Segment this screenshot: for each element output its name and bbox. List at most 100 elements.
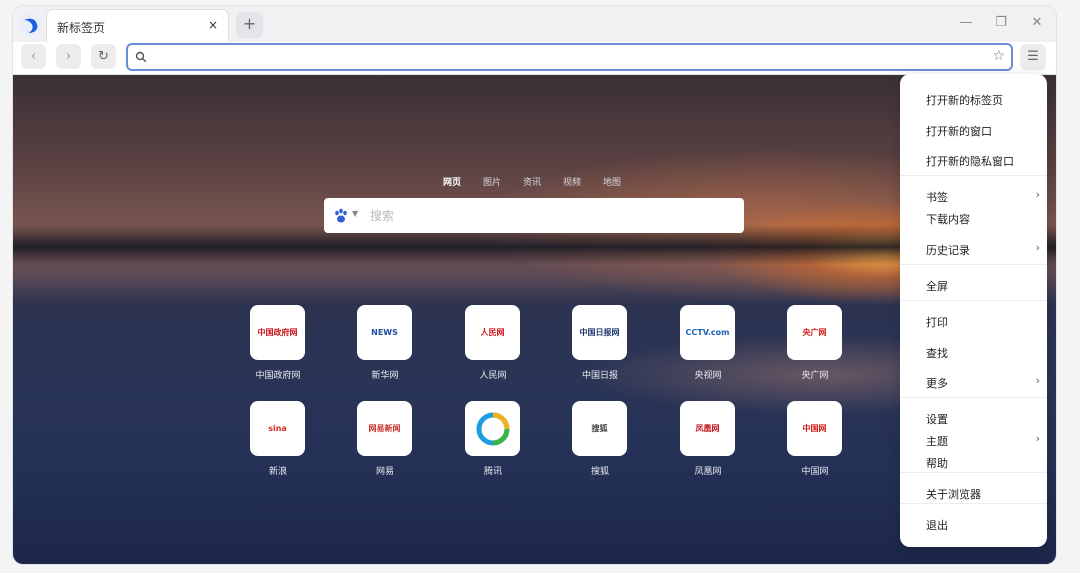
menu-item-label: 主题 <box>926 435 948 448</box>
reload-button[interactable]: ↻ <box>91 44 116 69</box>
toolbar: ‹ › ↻ ☆ ☰ <box>13 42 1056 75</box>
speed-dial-tile[interactable]: 搜狐 搜狐 <box>560 401 640 489</box>
menu-separator <box>900 175 1047 176</box>
address-bar[interactable]: ☆ <box>126 43 1013 71</box>
speed-dial-tile[interactable]: CCTV.com 央视网 <box>668 305 748 393</box>
speed-dial-tile[interactable]: NEWS 新华网 <box>345 305 425 393</box>
forward-button[interactable]: › <box>56 44 81 69</box>
site-logo-icon[interactable]: 网易新闻 <box>357 401 412 456</box>
tencent-news-icon <box>476 412 509 445</box>
site-logo-icon[interactable]: 搜狐 <box>572 401 627 456</box>
tile-label: 央广网 <box>801 371 829 381</box>
site-logo-text: 搜狐 <box>591 424 608 433</box>
engine-dropdown-icon[interactable]: ▼ <box>352 209 358 218</box>
menu-item[interactable]: 查找 <box>900 341 1047 363</box>
close-window-icon[interactable]: ✕ <box>1029 15 1045 31</box>
speed-dial-tile[interactable]: 人民网 人民网 <box>453 305 533 393</box>
search-tab-video[interactable]: 视频 <box>563 175 581 188</box>
back-button[interactable]: ‹ <box>21 44 46 69</box>
menu-item[interactable]: 打开新的标签页 <box>900 88 1047 110</box>
new-tab-button[interactable]: + <box>236 12 263 38</box>
menu-item[interactable]: 历史记录 › <box>900 238 1047 260</box>
address-input[interactable] <box>154 48 974 66</box>
tile-label: 网易 <box>375 467 394 477</box>
speed-dial-tile[interactable]: 中国日报网 中国日报 <box>560 305 640 393</box>
tab-close-icon[interactable]: × <box>206 18 220 32</box>
menu-item[interactable]: 打开新的隐私窗口 <box>900 149 1047 171</box>
search-input[interactable] <box>370 207 730 225</box>
speed-dial-tile[interactable]: sina 新浪 <box>238 401 318 489</box>
speed-dial-tile[interactable]: 中国网 中国网 <box>775 401 855 489</box>
site-logo-icon[interactable]: 人民网 <box>465 305 520 360</box>
search-tab-news[interactable]: 资讯 <box>523 175 541 188</box>
search-tab-map[interactable]: 地图 <box>603 175 621 188</box>
menu-item-label: 查找 <box>926 347 948 360</box>
tab-title: 新标签页 <box>57 21 106 35</box>
speed-dial-tile[interactable]: 中国政府网 中国政府网 <box>238 305 318 393</box>
menu-item[interactable]: 书签 › <box>900 185 1047 207</box>
browser-window: 新标签页 × + — ❐ ✕ ‹ › ↻ ☆ ☰ 网页 图片 资讯 视频 地图 … <box>13 6 1056 564</box>
chevron-right-icon: › <box>1035 241 1040 254</box>
site-logo-icon[interactable]: 中国政府网 <box>250 305 305 360</box>
site-logo-text: CCTV.com <box>685 328 730 337</box>
main-menu-button[interactable]: ☰ <box>1020 44 1046 70</box>
tile-label: 中国日报 <box>581 371 618 381</box>
menu-item[interactable]: 帮助 <box>900 451 1047 473</box>
menu-item-label: 下载内容 <box>926 213 970 226</box>
browser-logo-icon <box>18 13 42 37</box>
tile-label: 腾讯 <box>483 467 502 477</box>
site-logo-text: 网易新闻 <box>368 424 401 433</box>
menu-item[interactable]: 打印 <box>900 310 1047 332</box>
site-logo-text: 中国网 <box>802 424 827 433</box>
speed-dial-tile[interactable]: 凤凰网 凤凰网 <box>668 401 748 489</box>
menu-item[interactable]: 打开新的窗口 <box>900 119 1047 141</box>
menu-separator <box>900 472 1047 473</box>
site-logo-icon[interactable]: 中国网 <box>787 401 842 456</box>
site-logo-icon[interactable]: sina <box>250 401 305 456</box>
tile-label: 中国政府网 <box>255 371 301 381</box>
site-logo-text: 央广网 <box>802 328 827 337</box>
tile-label: 新浪 <box>268 467 287 477</box>
menu-item-label: 书签 <box>926 191 948 204</box>
menu-separator <box>900 503 1047 504</box>
main-menu-dropdown: 打开新的标签页 打开新的窗口 打开新的隐私窗口书签 › 下载内容历史记录 › 全屏打印查找更… <box>900 74 1047 547</box>
menu-item-label: 更多 <box>926 377 948 390</box>
menu-item[interactable]: 更多 › <box>900 371 1047 393</box>
bookmark-star-icon[interactable]: ☆ <box>992 48 1005 64</box>
speed-dial-tile[interactable]: 网易新闻 网易 <box>345 401 425 489</box>
site-logo-icon[interactable] <box>465 401 520 456</box>
menu-item[interactable]: 退出 <box>900 513 1047 535</box>
search-box[interactable]: ▼ <box>324 198 744 233</box>
baidu-paw-icon[interactable] <box>332 207 350 225</box>
site-logo-icon[interactable]: 中国日报网 <box>572 305 627 360</box>
menu-item[interactable]: 全屏 <box>900 274 1047 296</box>
menu-item[interactable]: 主题 › <box>900 429 1047 451</box>
restore-icon[interactable]: ❐ <box>993 15 1009 31</box>
search-tab-web[interactable]: 网页 <box>443 175 461 188</box>
tile-label: 凤凰网 <box>694 467 722 477</box>
chevron-right-icon: › <box>1035 374 1040 387</box>
site-logo-text: 凤凰网 <box>695 424 720 433</box>
search-icon <box>135 51 147 63</box>
menu-item[interactable]: 下载内容 <box>900 207 1047 229</box>
speed-dial-tile[interactable]: 腾讯 <box>453 401 533 489</box>
site-logo-text: 中国日报网 <box>579 328 620 337</box>
speed-dial-tile[interactable]: 央广网 央广网 <box>775 305 855 393</box>
search-category-tabs: 网页 图片 资讯 视频 地图 <box>443 175 643 191</box>
chevron-right-icon: › <box>1035 188 1040 201</box>
menu-item[interactable]: 设置 <box>900 407 1047 429</box>
tile-label: 中国网 <box>801 467 829 477</box>
site-logo-icon[interactable]: NEWS <box>357 305 412 360</box>
site-logo-text: sina <box>268 424 287 433</box>
chevron-right-icon: › <box>1035 432 1040 445</box>
minimize-icon[interactable]: — <box>958 15 974 31</box>
site-logo-icon[interactable]: CCTV.com <box>680 305 735 360</box>
menu-item-label: 历史记录 <box>926 244 970 257</box>
tab-new-tab[interactable]: 新标签页 × <box>46 9 229 42</box>
menu-item[interactable]: 关于浏览器 <box>900 482 1047 504</box>
site-logo-icon[interactable]: 央广网 <box>787 305 842 360</box>
site-logo-text: 人民网 <box>480 328 505 337</box>
menu-item-label: 关于浏览器 <box>926 488 981 501</box>
site-logo-icon[interactable]: 凤凰网 <box>680 401 735 456</box>
search-tab-images[interactable]: 图片 <box>483 175 501 188</box>
